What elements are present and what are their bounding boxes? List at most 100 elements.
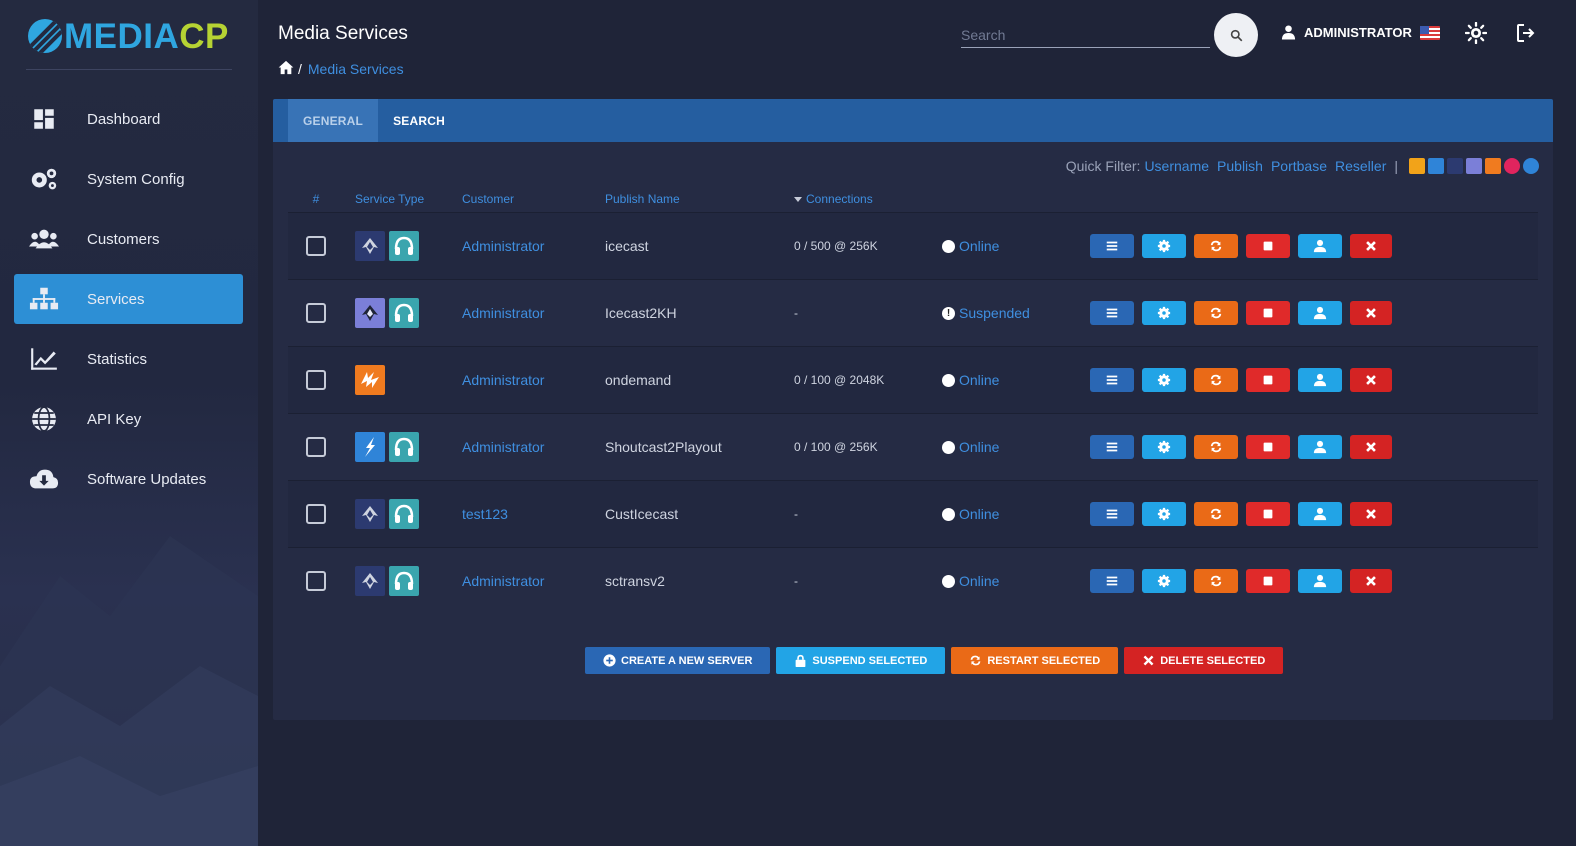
sidebar-item-dashboard[interactable]: Dashboard xyxy=(14,94,243,144)
search-input[interactable] xyxy=(961,23,1210,47)
customer-link[interactable]: Administrator xyxy=(462,372,605,388)
quick-filter-username[interactable]: Username xyxy=(1144,158,1209,174)
delete-button[interactable] xyxy=(1350,368,1392,392)
details-button[interactable] xyxy=(1090,502,1134,526)
restart-button[interactable] xyxy=(1194,435,1238,459)
delete-button[interactable] xyxy=(1350,435,1392,459)
column-header-number[interactable]: # xyxy=(288,192,344,206)
quick-filter-publish[interactable]: Publish xyxy=(1217,158,1263,174)
delete-button[interactable] xyxy=(1350,502,1392,526)
tab-general[interactable]: GENERAL xyxy=(288,99,379,142)
column-header-connections[interactable]: Connections xyxy=(794,192,942,206)
settings-button[interactable] xyxy=(1142,301,1186,325)
settings-button[interactable] xyxy=(1142,435,1186,459)
connections: - xyxy=(794,306,798,320)
filter-wowza-icon[interactable] xyxy=(1485,158,1501,174)
status-label: Online xyxy=(959,573,1000,589)
settings-button[interactable] xyxy=(1142,234,1186,258)
status-badge[interactable]: Online xyxy=(942,372,1090,388)
sidebar-item-system-config[interactable]: System Config xyxy=(14,154,243,204)
stop-button[interactable] xyxy=(1246,234,1290,258)
delete-button[interactable] xyxy=(1350,234,1392,258)
row-checkbox[interactable] xyxy=(306,437,326,457)
breadcrumb-current[interactable]: Media Services xyxy=(308,61,404,77)
status-badge[interactable]: Online xyxy=(942,573,1090,589)
sidebar-item-api-key[interactable]: API Key xyxy=(14,394,243,444)
menu-icon xyxy=(1105,574,1119,588)
status-badge[interactable]: Online xyxy=(942,238,1090,254)
table-row: Administrator Icecast2KH -! Suspended xyxy=(288,279,1538,346)
search-button[interactable] xyxy=(1214,13,1258,57)
column-header-publish-name[interactable]: Publish Name xyxy=(605,192,794,206)
restart-button[interactable] xyxy=(1194,368,1238,392)
restart-button[interactable] xyxy=(1194,234,1238,258)
restart-button[interactable] xyxy=(1194,502,1238,526)
sidebar-item-services[interactable]: Services xyxy=(14,274,243,324)
stop-icon xyxy=(1261,306,1275,320)
stop-button[interactable] xyxy=(1246,502,1290,526)
delete-selected-button[interactable]: DELETE SELECTED xyxy=(1124,647,1284,674)
restart-button[interactable] xyxy=(1194,569,1238,593)
delete-button[interactable] xyxy=(1350,301,1392,325)
row-checkbox[interactable] xyxy=(306,236,326,256)
user-login-button[interactable] xyxy=(1298,234,1342,258)
status-badge[interactable]: Online xyxy=(942,506,1090,522)
settings-button[interactable] xyxy=(1142,502,1186,526)
status-badge[interactable]: Online xyxy=(942,439,1090,455)
user-login-button[interactable] xyxy=(1298,301,1342,325)
row-checkbox[interactable] xyxy=(306,504,326,524)
logout-icon[interactable] xyxy=(1516,23,1536,43)
customer-link[interactable]: test123 xyxy=(462,506,605,522)
filter-flussonic-icon[interactable] xyxy=(1504,158,1520,174)
user-login-button[interactable] xyxy=(1298,368,1342,392)
delete-button[interactable] xyxy=(1350,569,1392,593)
customer-link[interactable]: Administrator xyxy=(462,439,605,455)
user-menu[interactable]: ADMINISTRATOR xyxy=(1281,24,1412,40)
stop-button[interactable] xyxy=(1246,569,1290,593)
stop-button[interactable] xyxy=(1246,368,1290,392)
us-flag-icon[interactable] xyxy=(1420,26,1440,40)
customer-link[interactable]: Administrator xyxy=(462,573,605,589)
customer-link[interactable]: Administrator xyxy=(462,305,605,321)
status-badge[interactable]: ! Suspended xyxy=(942,305,1090,321)
filter-shoutcast-v1-icon[interactable] xyxy=(1409,158,1425,174)
sidebar-item-statistics[interactable]: Statistics xyxy=(14,334,243,384)
theme-toggle-sun-icon[interactable] xyxy=(1465,22,1487,44)
suspend-selected-button[interactable]: SUSPEND SELECTED xyxy=(776,647,946,674)
stop-button[interactable] xyxy=(1246,435,1290,459)
home-icon[interactable] xyxy=(278,60,294,78)
user-login-button[interactable] xyxy=(1298,502,1342,526)
filter-nginx-rtmp-icon[interactable] xyxy=(1523,158,1539,174)
create-server-button[interactable]: CREATE A NEW SERVER xyxy=(585,647,771,674)
sidebar-item-customers[interactable]: Customers xyxy=(14,214,243,264)
details-button[interactable] xyxy=(1090,569,1134,593)
tab-search[interactable]: SEARCH xyxy=(378,99,460,142)
settings-button[interactable] xyxy=(1142,368,1186,392)
publish-name: Shoutcast2Playout xyxy=(605,439,722,455)
services-table: # Service Type Customer Publish Name Con… xyxy=(288,186,1538,614)
stop-button[interactable] xyxy=(1246,301,1290,325)
details-button[interactable] xyxy=(1090,368,1134,392)
quick-filter-reseller[interactable]: Reseller xyxy=(1335,158,1386,174)
row-checkbox[interactable] xyxy=(306,370,326,390)
details-button[interactable] xyxy=(1090,435,1134,459)
sidebar-item-software-updates[interactable]: Software Updates xyxy=(14,454,243,504)
brand-logo[interactable]: MEDIACP xyxy=(28,16,229,56)
filter-icecast-icon[interactable] xyxy=(1447,158,1463,174)
quick-filter-portbase[interactable]: Portbase xyxy=(1271,158,1327,174)
restart-button[interactable] xyxy=(1194,301,1238,325)
user-login-button[interactable] xyxy=(1298,435,1342,459)
row-checkbox[interactable] xyxy=(306,303,326,323)
column-header-customer[interactable]: Customer xyxy=(462,192,605,206)
column-header-service-type[interactable]: Service Type xyxy=(344,192,462,206)
search-field xyxy=(961,23,1210,48)
settings-button[interactable] xyxy=(1142,569,1186,593)
restart-selected-button[interactable]: RESTART SELECTED xyxy=(951,647,1119,674)
filter-shoutcast-icon[interactable] xyxy=(1428,158,1444,174)
filter-icecast-kh-icon[interactable] xyxy=(1466,158,1482,174)
row-checkbox[interactable] xyxy=(306,571,326,591)
user-login-button[interactable] xyxy=(1298,569,1342,593)
customer-link[interactable]: Administrator xyxy=(462,238,605,254)
details-button[interactable] xyxy=(1090,301,1134,325)
details-button[interactable] xyxy=(1090,234,1134,258)
